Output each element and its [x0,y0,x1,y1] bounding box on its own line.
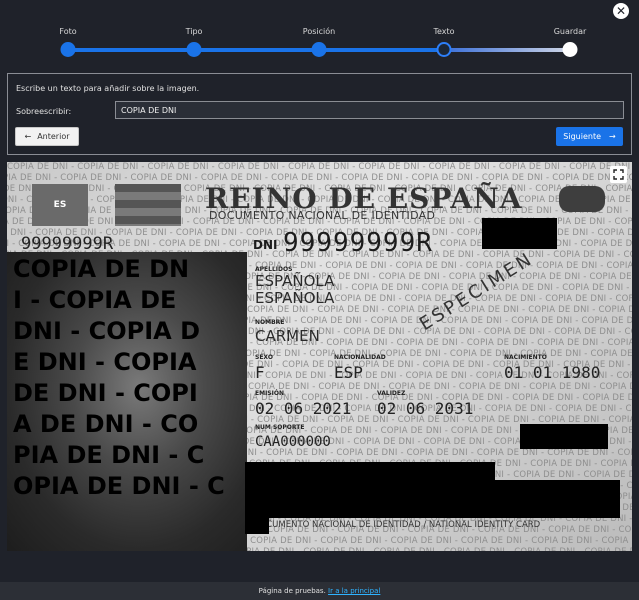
redaction-box [520,424,608,449]
redaction-box [245,462,495,518]
redaction-box [482,218,557,249]
birth-label: NACIMIENTO [504,354,547,361]
step-label-texto: Texto [433,27,455,36]
overwrite-text-input[interactable] [115,101,624,119]
panel-hint: Escribe un texto para añadir sobre la im… [16,84,200,93]
fullscreen-button[interactable] [610,166,627,183]
support-value: CAA000000 [255,434,331,450]
text-options-panel: Escribe un texto para añadir sobre la im… [7,73,632,155]
name-label: NOMBRE [255,319,285,326]
previous-button[interactable]: ← Anterior [15,127,79,146]
step-label-tipo: Tipo [185,27,203,36]
support-label: NUM SOPORTE [255,424,305,431]
arrow-right-icon: → [609,132,616,141]
footer-home-link[interactable]: Ir a la principal [328,587,380,595]
step-dot-guardar[interactable] [562,42,578,57]
next-button[interactable]: Siguiente → [556,127,623,146]
issue-value: 02 06 2021 [255,399,352,418]
step-dot-posicion[interactable] [311,42,327,57]
validity-value: 02 06 2031 [377,399,474,418]
birth-value: 01 01 1980 [504,363,601,382]
issue-label: EMISIÓN [255,390,284,397]
footer: Página de pruebas. Ir a la principal [0,582,639,600]
card-id-left: 99999999R [21,234,114,254]
image-preview: COPIA DE DN I - COPIA DE DNI - COPIA D E D… [7,162,632,551]
overlay-text-line: DE DNI - COPI [13,379,198,407]
step-dot-texto[interactable] [436,42,452,57]
footer-text: Página de pruebas. [258,587,326,595]
overwrite-label: Sobreescribir: [16,107,72,116]
name-value: CARMEN [255,327,320,345]
card-chip [559,186,605,212]
overlay-text-line: I - COPIA DE [13,286,177,314]
nationality-label: NACIONALIDAD [334,354,386,361]
surname-1: ESPAÑOLA [255,272,335,290]
nationality-value: ESP [334,363,363,382]
stepper-track-pending [444,48,570,52]
step-dot-foto[interactable] [60,42,76,57]
step-label-foto: Foto [59,27,77,36]
card-subtitle: DOCUMENTO NACIONAL DE IDENTIDAD [209,209,436,222]
step-label-posicion: Posición [302,27,336,36]
flag-code: ES [53,200,67,210]
stepper-track-completed [68,48,444,52]
overlay-text-line: A DE DNI - CO [13,410,199,438]
card-bottom-line: DOCUMENTO NACIONAL DE IDENTIDAD / NATION… [253,520,541,530]
dni-label: DNI [253,238,278,252]
dni-number: 99999999R [283,228,433,258]
redaction-box [245,512,269,534]
spain-flag [115,184,181,226]
arrow-left-icon: ← [24,132,32,141]
overlay-text-line: COPIA DE DN [13,255,190,283]
next-button-label: Siguiente [563,132,602,141]
overlay-text: COPIA DE DN I - COPIA DE DNI - COPIA D E DN… [13,254,253,502]
overlay-text-line: OPIA DE DNI - C [13,472,225,500]
validity-label: VALIDEZ [377,390,406,397]
overlay-text-line: DNI - COPIA D [13,317,200,345]
overlay-text-line: PIA DE DNI - C [13,441,205,469]
redaction-box [495,480,620,518]
previous-button-label: Anterior [37,132,70,141]
step-label-guardar: Guardar [553,27,587,36]
step-dot-tipo[interactable] [186,42,202,57]
progress-stepper: Foto Tipo Posición Texto Guardar [0,0,639,62]
overlay-text-line: E DNI - COPIA [13,348,197,376]
eu-flag-badge: ES [32,184,88,226]
sex-value: F [255,363,265,382]
sex-label: SEXO [255,354,273,361]
fullscreen-icon [613,169,624,180]
surname-2: ESPAÑOLA [255,289,335,307]
watermark-row: COPIA DE DNI - COPIA DE DNI - COPIA DE D… [7,162,632,172]
